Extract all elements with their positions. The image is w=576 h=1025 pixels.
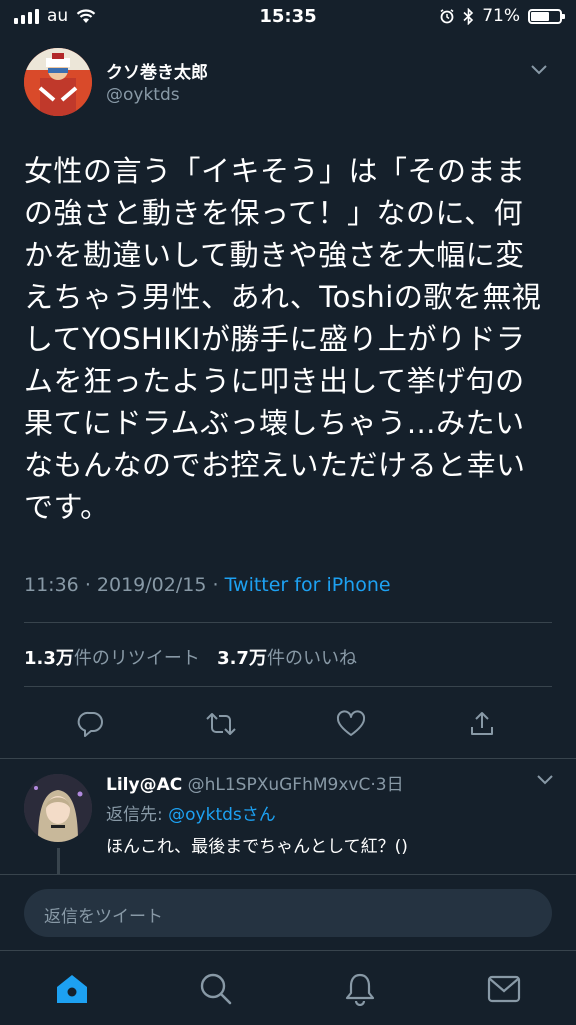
tab-home[interactable] [52, 969, 92, 1009]
tweet-text-line: なもんなのでお控えいただけると幸い [24, 448, 526, 482]
messages-icon [487, 975, 521, 1003]
share-button[interactable] [458, 700, 506, 748]
chevron-down-icon[interactable] [536, 774, 554, 786]
tweet-date: 2019/02/15 [96, 574, 207, 596]
retweets-stat[interactable]: 1.3万件のリツイート [24, 648, 200, 669]
reply-avatar[interactable] [24, 774, 92, 842]
author-name[interactable]: クソ巻き太郎 [106, 58, 208, 83]
replying-to-mention[interactable]: @oyktdsさん [168, 805, 276, 825]
likes-label: 件のいいね [266, 648, 357, 669]
meta-separator: · [212, 574, 219, 596]
likes-count: 3.7万 [217, 648, 267, 669]
divider [24, 686, 552, 687]
like-button[interactable] [327, 700, 375, 748]
reply-icon [77, 711, 103, 737]
tweet-text: 女性の言う「イキそう」は「そのまま の強さと動きを保って！」なのに、何 かを勘違… [24, 150, 556, 528]
tweet-text-line: 果てにドラムぶっ壊しちゃう…みたい [24, 406, 525, 440]
divider [24, 622, 552, 623]
reply-meta: Lily@AC @hL1SPXuGFhM9xvC·3日 [106, 770, 404, 795]
home-icon [57, 975, 87, 1003]
chevron-down-icon[interactable] [530, 64, 548, 76]
compose-placeholder: 返信をツイート [44, 907, 163, 927]
tweet-text-line: ムを狂ったように叩き出して挙げ句の [24, 364, 525, 398]
tweet-text-line: してYOSHIKIが勝手に盛り上がりドラ [24, 322, 526, 356]
meta-separator: · [84, 574, 91, 596]
reply-author-name[interactable]: Lily@AC [106, 775, 182, 795]
replying-to: 返信先: @oyktdsさん [106, 800, 276, 825]
share-icon [471, 712, 493, 735]
search-icon [200, 973, 232, 1005]
status-bar: au 15:35 71% [0, 0, 576, 34]
tweet-source-link[interactable]: Twitter for iPhone [225, 574, 391, 596]
tab-messages[interactable] [484, 969, 524, 1009]
divider [0, 758, 576, 759]
tweet-text-line: かを勘違いして動きや強さを大幅に変 [24, 238, 525, 272]
retweets-count: 1.3万 [24, 648, 74, 669]
author-handle[interactable]: @oyktds [106, 85, 180, 105]
retweets-label: 件のリツイート [73, 648, 200, 669]
tweet-meta: 11:36 · 2019/02/15 · Twitter for iPhone [24, 574, 391, 596]
tab-search[interactable] [196, 969, 236, 1009]
tab-bar [0, 950, 576, 1025]
retweet-icon [206, 713, 236, 735]
author-avatar[interactable] [24, 48, 92, 116]
alarm-icon [440, 9, 454, 24]
likes-stat[interactable]: 3.7万件のいいね [217, 648, 357, 669]
tab-notifications[interactable] [340, 969, 380, 1009]
battery-fill [531, 11, 550, 21]
compose-area: 返信をツイート [0, 874, 576, 951]
like-icon [336, 710, 366, 736]
reply-age: 3日 [375, 775, 404, 795]
notifications-icon [345, 973, 375, 1006]
tweet-actions [0, 700, 576, 748]
tweet-text-line: の強さと動きを保って！」なのに、何 [24, 196, 524, 230]
replying-to-label: 返信先: [106, 805, 163, 825]
bluetooth-icon [463, 7, 474, 25]
tweet-time: 11:36 [24, 574, 79, 596]
reply-text: ほんこれ、最後までちゃんとして紅？() [106, 837, 408, 857]
tweet-text-line: です。 [24, 490, 110, 524]
battery-percent: 71% [482, 6, 520, 26]
status-right: 71% [439, 6, 565, 26]
tweet-header: クソ巻き太郎 @oyktds [24, 48, 552, 120]
reply-compose-input[interactable]: 返信をツイート [24, 889, 552, 937]
retweet-button[interactable] [197, 700, 245, 748]
battery-icon [528, 8, 565, 24]
reply-tweet[interactable]: Lily@AC @hL1SPXuGFhM9xvC·3日 返信先: @oyktds… [0, 762, 576, 874]
tweet-stats: 1.3万件のリツイート 3.7万件のいいね [24, 644, 357, 670]
tweet-text-line: 女性の言う「イキそう」は「そのまま [24, 154, 526, 188]
reply-button[interactable] [67, 700, 115, 748]
reply-author-handle[interactable]: @hL1SPXuGFhM9xvC [188, 775, 371, 795]
tweet-text-line: えちゃう男性、あれ、Toshiの歌を無視 [24, 280, 542, 314]
thread-line [57, 848, 60, 874]
